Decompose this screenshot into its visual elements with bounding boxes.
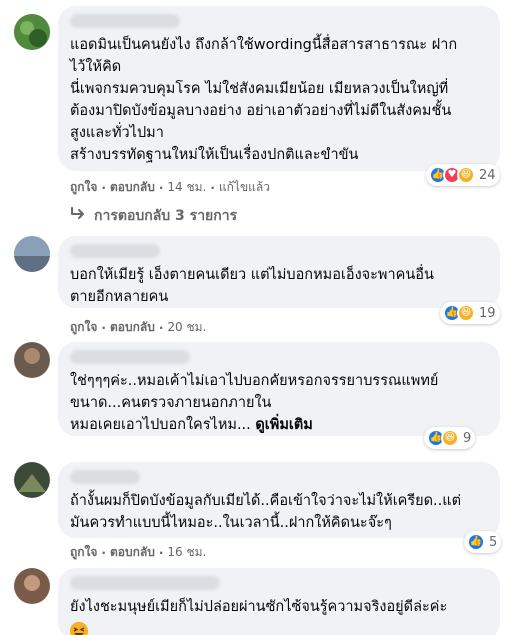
avatar[interactable]	[14, 568, 50, 604]
reaction-count: 24	[479, 167, 496, 183]
comment-line: หมอเคยเอาไปบอกใครไหม...	[70, 417, 251, 433]
haha-icon: 😆	[441, 429, 459, 447]
reaction-summary[interactable]: 👍 😆 19	[440, 302, 500, 324]
view-replies-link[interactable]: การตอบกลับ 3 รายการ	[70, 205, 237, 227]
author-name-blurred[interactable]	[70, 350, 190, 364]
reaction-summary[interactable]: 👍 ♥ 😆 24	[426, 164, 500, 186]
reaction-summary[interactable]: 👍 5	[464, 531, 502, 553]
timestamp[interactable]: 20 ชม.	[167, 318, 206, 337]
author-name-blurred[interactable]	[70, 470, 140, 484]
edited-label: แก้ไขแล้ว	[218, 180, 270, 194]
timestamp[interactable]: 16 ชม.	[167, 543, 206, 562]
reply-button[interactable]: ตอบกลับ	[110, 543, 155, 562]
reaction-summary[interactable]: 👍 😆 9	[424, 427, 476, 449]
like-button[interactable]: ถูกใจ	[70, 543, 97, 562]
like-button[interactable]: ถูกใจ	[70, 178, 97, 197]
reply-arrow-icon	[70, 207, 86, 225]
haha-icon: 😆	[457, 304, 475, 322]
comment-text: บอกให้เมียรู้ เอ็งตายคนเดียว แต่ไม่บอกหม…	[70, 267, 434, 305]
reaction-count: 19	[479, 305, 496, 321]
avatar[interactable]	[14, 236, 50, 272]
comment-text: ใช่ๆๆๆค่ะ..หมอเค้าไม่เอาไปบอกคัยหรอกจรรย…	[70, 370, 488, 436]
reply-button[interactable]: ตอบกลับ	[110, 318, 155, 337]
avatar[interactable]	[14, 342, 50, 378]
comment-text: ถ้างั้นผมก็ปิดบังข้อมูลกับเมียได้..คือเข…	[70, 493, 462, 531]
avatar[interactable]	[14, 462, 50, 498]
haha-icon: 😆	[457, 166, 475, 184]
author-name-blurred[interactable]	[70, 244, 160, 258]
comment-line: ขนาด...คนตรวจภายนอกภายใน	[70, 395, 272, 411]
see-more-link[interactable]: ดูเพิ่มเติม	[255, 417, 312, 433]
comment-bubble: ใช่ๆๆๆค่ะ..หมอเค้าไม่เอาไปบอกคัยหรอกจรรย…	[58, 342, 500, 436]
comment-actions: ถูกใจ · ตอบกลับ · 20 ชม.	[70, 318, 206, 337]
reaction-count: 5	[489, 534, 498, 550]
comment-actions: ถูกใจ · ตอบกลับ · 14 ชม. · แก้ไขแล้ว	[70, 178, 270, 197]
comment-bubble: ถ้างั้นผมก็ปิดบังข้อมูลกับเมียได้..คือเข…	[58, 462, 500, 538]
replies-label: การตอบกลับ 3 รายการ	[94, 208, 238, 224]
avatar[interactable]	[14, 14, 50, 50]
author-name-blurred[interactable]	[70, 14, 180, 28]
reply-button[interactable]: ตอบกลับ	[110, 178, 155, 197]
comment-line: ใช่ๆๆๆค่ะ..หมอเค้าไม่เอาไปบอกคัยหรอกจรรย…	[70, 373, 439, 389]
author-name-blurred[interactable]	[70, 576, 220, 590]
haha-icon	[70, 621, 88, 635]
comment-bubble: แอดมินเป็นคนยังไง ถึงกล้าใช้wordingนี้สื…	[58, 6, 500, 171]
comment-actions: ถูกใจ · ตอบกลับ · 16 ชม.	[70, 543, 206, 562]
timestamp[interactable]: 14 ชม.	[167, 178, 206, 197]
like-button[interactable]: ถูกใจ	[70, 318, 97, 337]
comment-bubble: ยังไงชะมนุษย์เมียก็ไม่ปล่อยผ่านซักไซ้จนร…	[58, 568, 500, 635]
comment-text: ยังไงชะมนุษย์เมียก็ไม่ปล่อยผ่านซักไซ้จนร…	[70, 599, 448, 615]
like-icon: 👍	[467, 533, 485, 551]
comment-text: แอดมินเป็นคนยังไง ถึงกล้าใช้wordingนี้สื…	[70, 37, 458, 163]
comment-bubble: บอกให้เมียรู้ เอ็งตายคนเดียว แต่ไม่บอกหม…	[58, 236, 500, 308]
reaction-count: 9	[463, 430, 472, 446]
